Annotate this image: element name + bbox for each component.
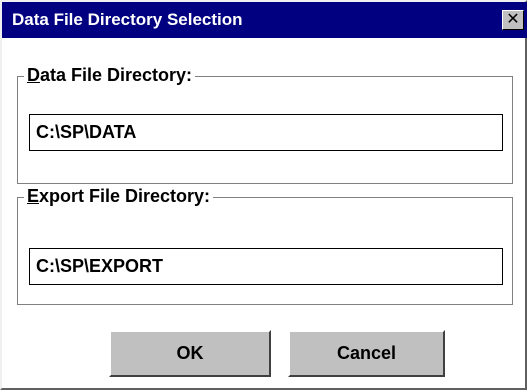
ok-button[interactable]: OK — [109, 330, 271, 377]
data-directory-group: Data File Directory: — [17, 65, 513, 184]
cancel-button[interactable]: Cancel — [288, 330, 445, 377]
window-title: Data File Directory Selection — [12, 10, 243, 29]
dialog-window: Data File Directory Selection ✕ Data Fil… — [0, 0, 527, 390]
data-directory-input[interactable] — [29, 114, 503, 151]
export-directory-input[interactable] — [29, 248, 503, 285]
export-directory-mnemonic: E — [27, 186, 40, 206]
close-button[interactable]: ✕ — [502, 10, 524, 30]
close-icon: ✕ — [506, 11, 520, 28]
data-directory-label-text: ata File Directory: — [40, 65, 193, 85]
title-bar[interactable]: Data File Directory Selection ✕ — [2, 2, 527, 38]
export-directory-group: Export File Directory: — [17, 186, 513, 305]
export-directory-label-text: xport File Directory: — [39, 186, 211, 206]
data-directory-label: Data File Directory: — [24, 65, 196, 87]
data-directory-mnemonic: D — [27, 65, 40, 85]
export-directory-label: Export File Directory: — [24, 186, 214, 208]
